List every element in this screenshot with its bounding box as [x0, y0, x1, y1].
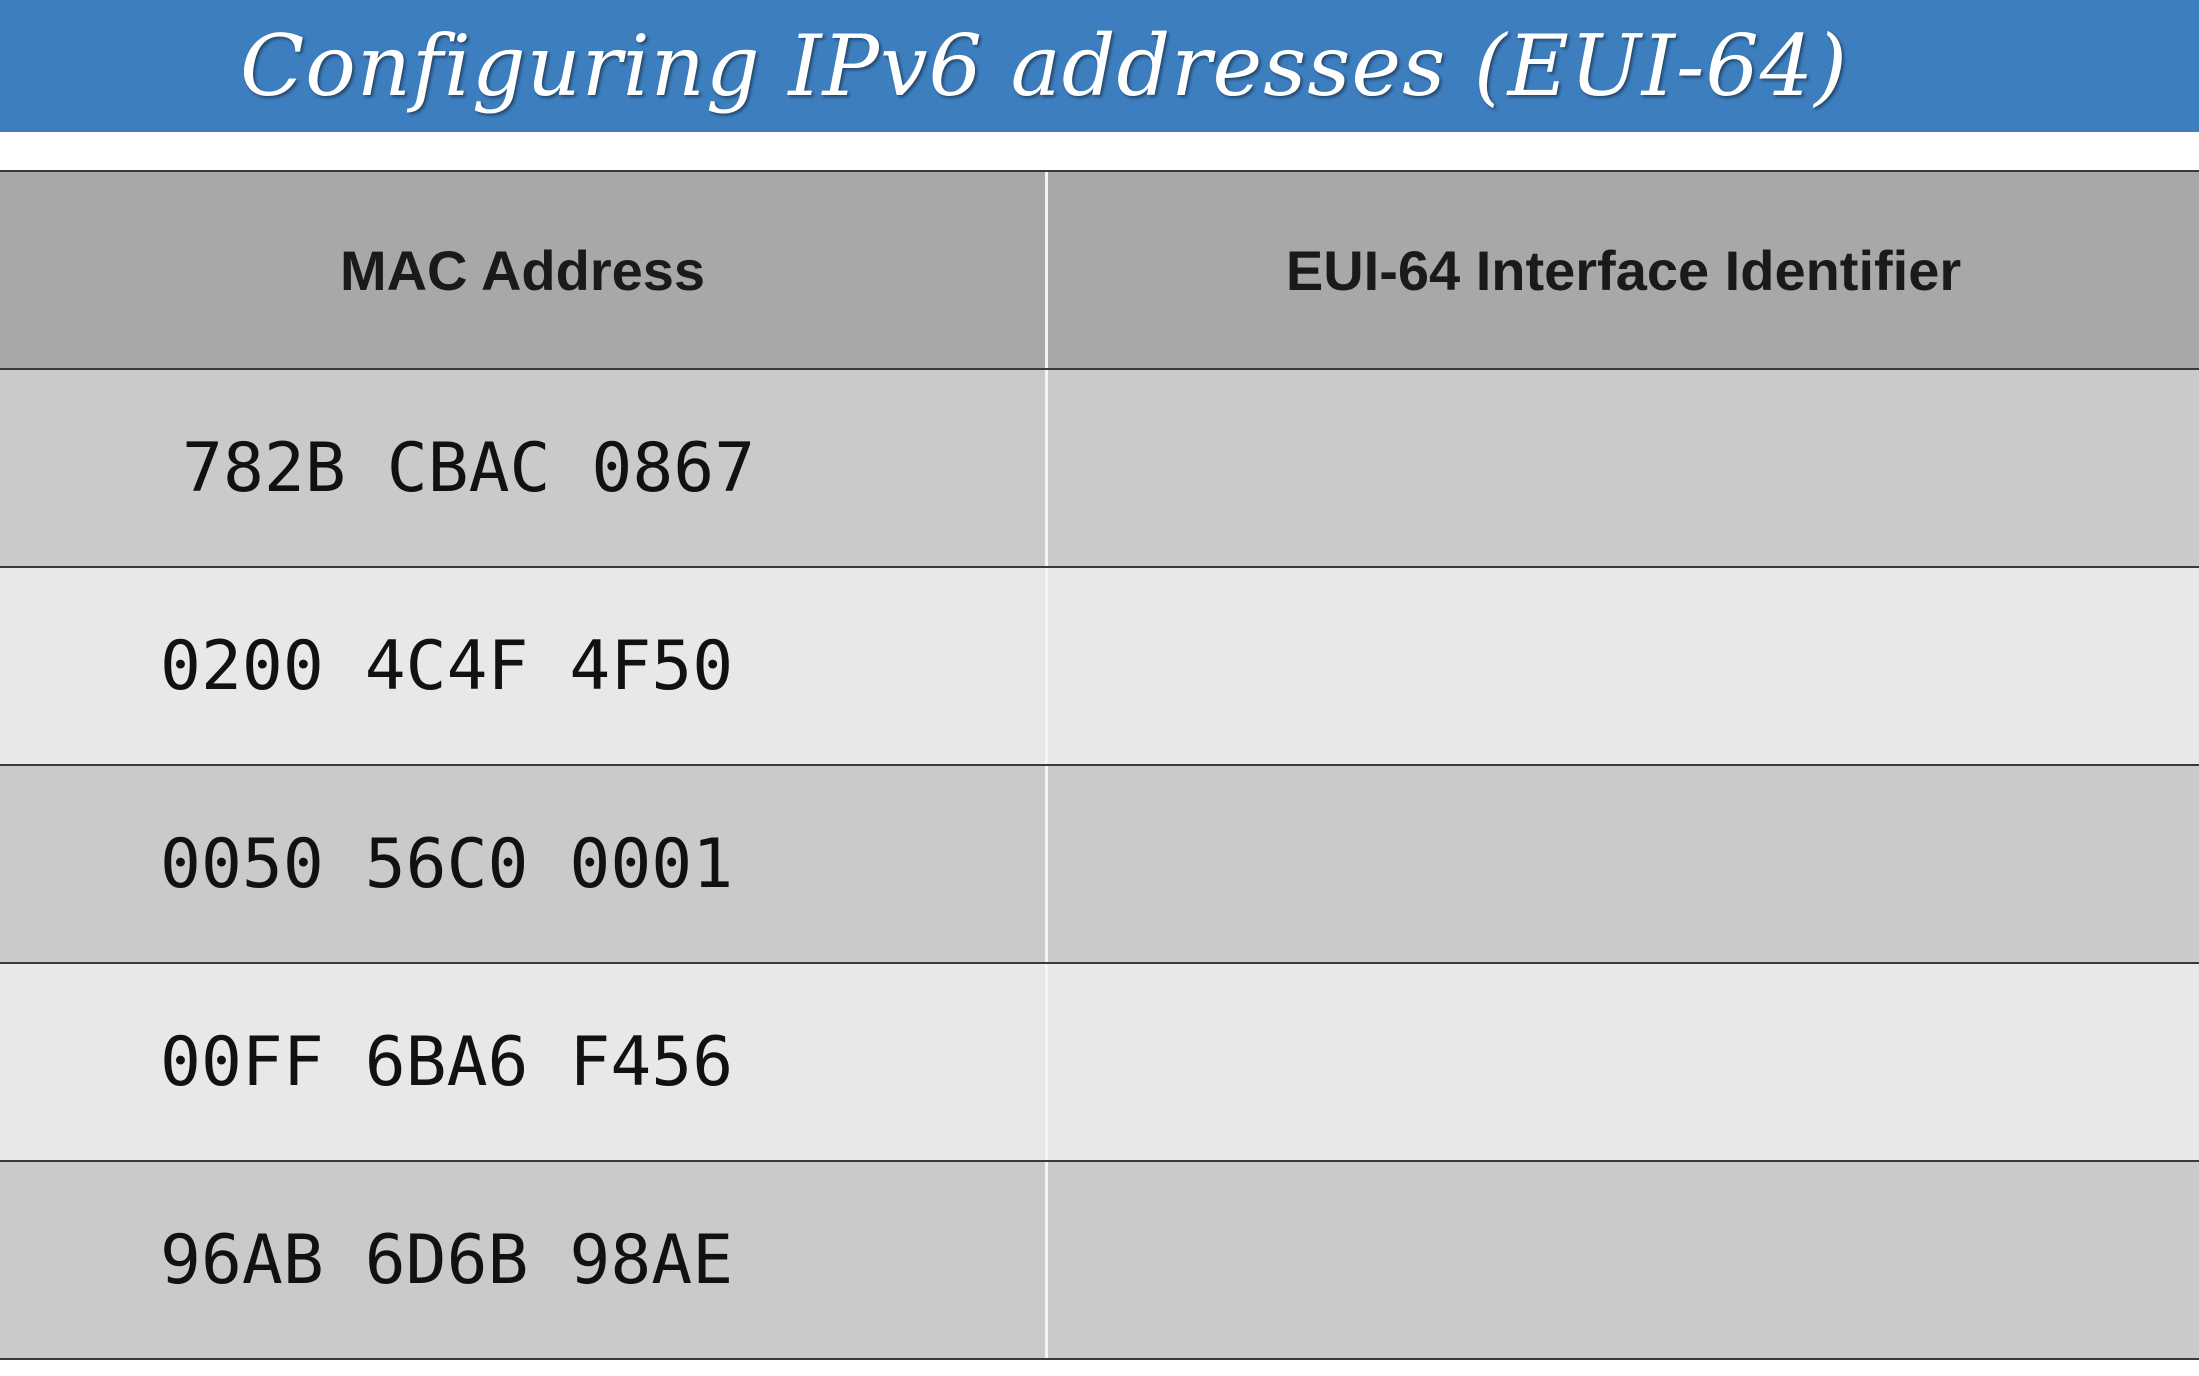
slide-title: Configuring IPv6 addresses (EUI-64) — [240, 17, 1848, 115]
eui64-table: MAC Address EUI-64 Interface Identifier … — [0, 170, 2199, 1360]
mac-address-value: 00FF 6BA6 F456 — [160, 1022, 734, 1102]
mac-cell: 96AB 6D6B 98AE — [0, 1162, 1048, 1358]
mac-address-value: 0050 56C0 0001 — [160, 824, 734, 904]
header-cell-eui64: EUI-64 Interface Identifier — [1048, 172, 2199, 368]
eui64-cell — [1048, 370, 2199, 566]
title-bar: Configuring IPv6 addresses (EUI-64) — [0, 0, 2199, 132]
table-row: 0200 4C4F 4F50 — [0, 566, 2199, 764]
table-header-row: MAC Address EUI-64 Interface Identifier — [0, 170, 2199, 368]
table-row: 96AB 6D6B 98AE — [0, 1160, 2199, 1360]
table-row: 782B CBAC 0867 — [0, 368, 2199, 566]
table-row: 0050 56C0 0001 — [0, 764, 2199, 962]
header-mac-address: MAC Address — [339, 238, 706, 302]
header-cell-mac: MAC Address — [0, 172, 1048, 368]
mac-cell: 782B CBAC 0867 — [0, 370, 1048, 566]
eui64-cell — [1048, 964, 2199, 1160]
mac-address-value: 0200 4C4F 4F50 — [160, 626, 734, 706]
table-row: 00FF 6BA6 F456 — [0, 962, 2199, 1160]
header-eui64-identifier: EUI-64 Interface Identifier — [1285, 238, 1962, 302]
mac-address-value: 782B CBAC 0867 — [182, 428, 756, 508]
mac-cell: 0050 56C0 0001 — [0, 766, 1048, 962]
eui64-cell — [1048, 766, 2199, 962]
mac-address-value: 96AB 6D6B 98AE — [160, 1220, 734, 1300]
eui64-cell — [1048, 1162, 2199, 1358]
mac-cell: 0200 4C4F 4F50 — [0, 568, 1048, 764]
eui64-cell — [1048, 568, 2199, 764]
mac-cell: 00FF 6BA6 F456 — [0, 964, 1048, 1160]
